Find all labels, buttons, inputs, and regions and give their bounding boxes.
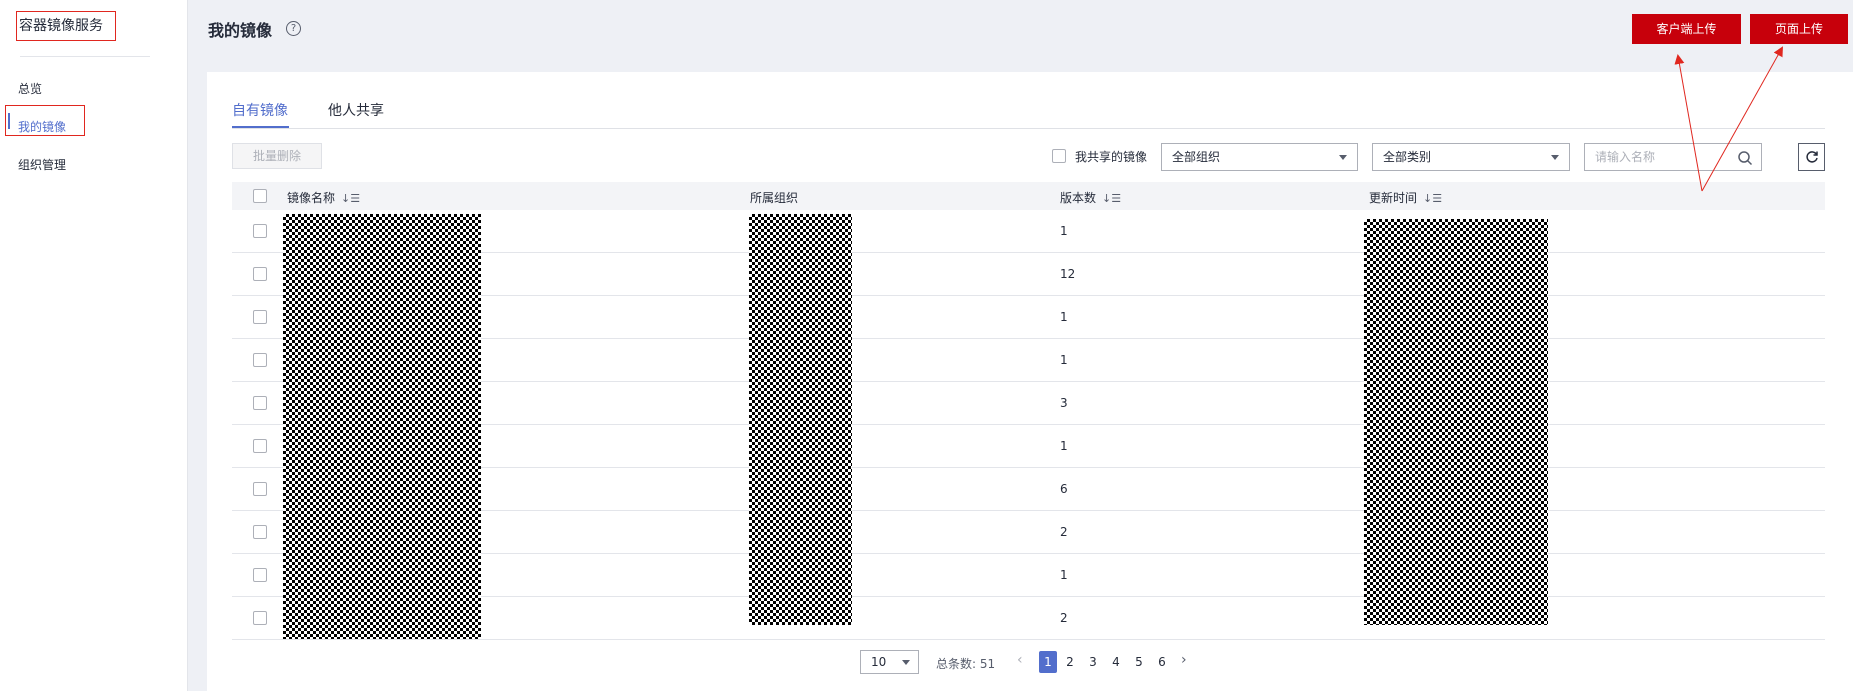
annotation-arrows bbox=[1674, 46, 1783, 192]
annotation-arrow bbox=[1701, 46, 1783, 192]
annotation-arrow bbox=[1674, 54, 1703, 192]
